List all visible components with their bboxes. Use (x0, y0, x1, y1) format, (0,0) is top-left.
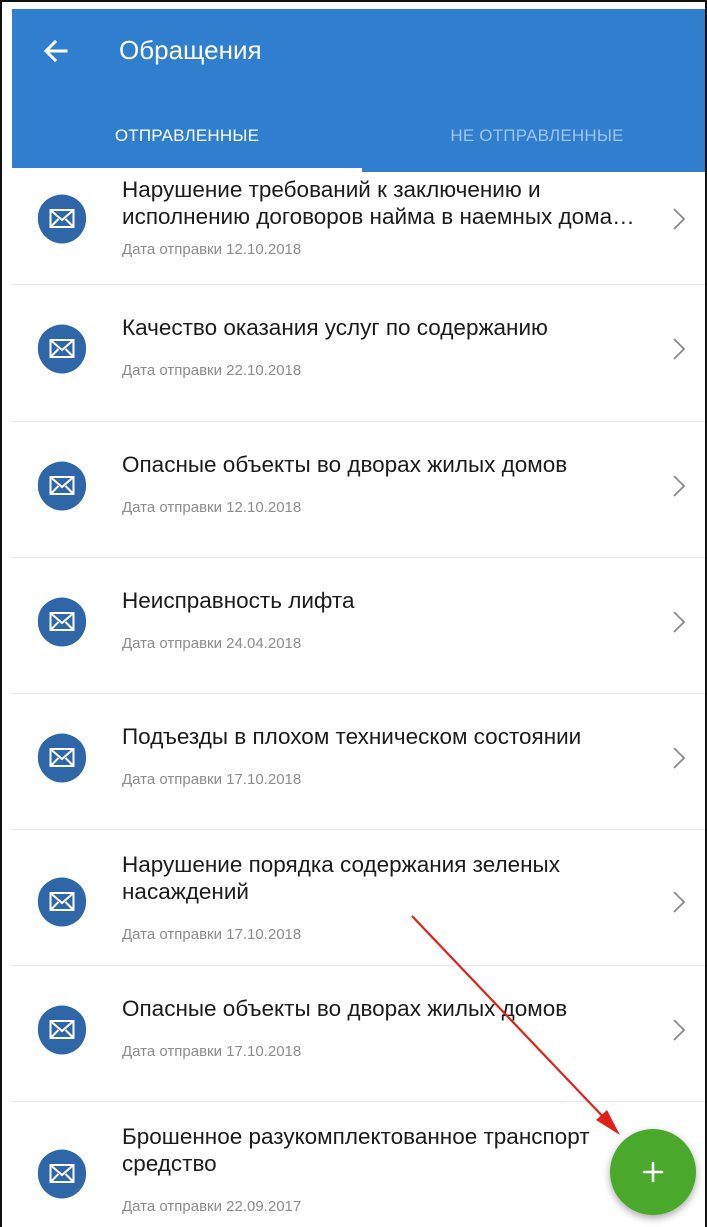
mail-icon (37, 1149, 87, 1199)
item-title: Нарушение требований к заключению и испол… (122, 176, 677, 230)
item-title: Нарушение порядка содержания зеленых наса… (122, 851, 677, 905)
app-bar: Обращения ОТПРАВЛЕННЫЕ НЕ ОТПРАВЛЕННЫЕ (12, 9, 705, 172)
item-date: Дата отправки 22.09.2017 (122, 1198, 302, 1215)
list-item[interactable]: Подъезды в плохом техническом состоянии Д… (12, 694, 705, 830)
item-title-line: Неисправность лифта (122, 588, 355, 613)
item-title-line: Подъезды в плохом техническом состоянии (122, 724, 582, 749)
tab-sent[interactable]: ОТПРАВЛЕННЫЕ (12, 99, 362, 172)
chevron-right-icon (673, 891, 686, 913)
tab-not-sent[interactable]: НЕ ОТПРАВЛЕННЫЕ (362, 99, 705, 172)
tab-bar: ОТПРАВЛЕННЫЕ НЕ ОТПРАВЛЕННЫЕ (12, 99, 705, 172)
item-title-line: насаждений (122, 879, 249, 904)
item-title-line: исполнению договоров найма в наемных дом… (122, 204, 635, 229)
item-title: Качество оказания услуг по содержанию (122, 314, 677, 341)
list-item[interactable]: Неисправность лифта Дата отправки 24.04.2… (12, 558, 705, 694)
item-title: Опасные объекты во дворах жилых домов (122, 451, 677, 478)
item-title-line: Нарушение порядка содержания зеленых (122, 852, 560, 877)
item-title-line: средство (122, 1151, 217, 1176)
item-title-line: Опасные объекты во дворах жилых домов (122, 996, 568, 1021)
mail-icon (37, 877, 87, 927)
item-title: Брошенное разукомплектованное транспорт с… (122, 1123, 677, 1177)
item-date: Дата отправки 24.04.2018 (122, 635, 302, 652)
item-date: Дата отправки 17.10.2018 (122, 1043, 302, 1060)
item-date: Дата отправки 17.10.2018 (122, 926, 302, 943)
list-item[interactable]: Нарушение требований к заключению и испол… (12, 172, 705, 285)
chevron-right-icon (673, 611, 686, 633)
chevron-right-icon (673, 475, 686, 497)
item-title-line: Опасные объекты во дворах жилых домов (122, 452, 568, 477)
item-title: Опасные объекты во дворах жилых домов (122, 995, 677, 1022)
list-item[interactable]: Опасные объекты во дворах жилых домов Дат… (12, 422, 705, 558)
mail-icon (37, 194, 87, 244)
item-title-line: Нарушение требований к заключению и (122, 177, 541, 202)
add-request-button[interactable] (610, 1129, 696, 1215)
plus-icon (642, 1161, 664, 1183)
list-item[interactable]: Брошенное разукомплектованное транспорт с… (12, 1102, 705, 1227)
list-item[interactable]: Нарушение порядка содержания зеленых наса… (12, 830, 705, 966)
item-date: Дата отправки 17.10.2018 (122, 771, 302, 788)
item-title: Неисправность лифта (122, 587, 677, 614)
item-date: Дата отправки 22.10.2018 (122, 362, 302, 379)
page-title: Обращения (119, 35, 262, 65)
item-date: Дата отправки 12.10.2018 (122, 241, 302, 258)
tab-not-sent-label: НЕ ОТПРАВЛЕННЫЕ (450, 125, 624, 145)
chevron-right-icon (673, 747, 686, 769)
item-title-line: Брошенное разукомплектованное транспорт (122, 1124, 590, 1149)
list-item[interactable]: Качество оказания услуг по содержанию Дат… (12, 285, 705, 422)
mail-icon (37, 597, 87, 647)
mail-icon (37, 1005, 87, 1055)
app-frame: Обращения ОТПРАВЛЕННЫЕ НЕ ОТПРАВЛЕННЫЕ Н… (0, 0, 707, 1227)
arrow-left-icon[interactable] (36, 31, 76, 71)
chevron-right-icon (673, 208, 686, 230)
tab-sent-label: ОТПРАВЛЕННЫЕ (114, 125, 260, 145)
chevron-right-icon (673, 1019, 686, 1041)
item-title-line: Качество оказания услуг по содержанию (122, 315, 548, 340)
mail-icon (37, 461, 87, 511)
chevron-right-icon (673, 338, 686, 360)
mail-icon (37, 324, 87, 374)
list-item[interactable]: Опасные объекты во дворах жилых домов Дат… (12, 966, 705, 1102)
item-date: Дата отправки 12.10.2018 (122, 499, 302, 516)
mail-icon (37, 733, 87, 783)
item-title: Подъезды в плохом техническом состоянии (122, 723, 677, 750)
